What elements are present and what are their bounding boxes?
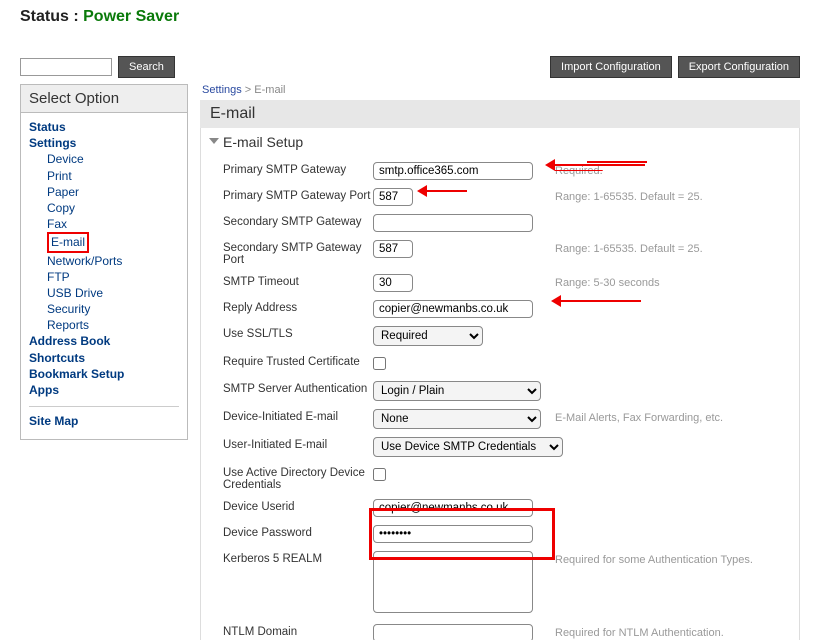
- hint-secondary-port: Range: 1-65535. Default = 25.: [555, 240, 703, 255]
- hint-ntlm: Required for NTLM Authentication.: [555, 624, 724, 639]
- sidebar-item-reports[interactable]: Reports: [29, 317, 179, 333]
- annotation-arrow-3: [561, 300, 641, 302]
- label-ntlm: NTLM Domain: [223, 624, 373, 638]
- sidebar-item-ftp[interactable]: FTP: [29, 269, 179, 285]
- breadcrumb-settings[interactable]: Settings: [202, 84, 242, 96]
- sidebar: Select Option Status Settings Device Pri…: [20, 84, 188, 440]
- hint-primary-port: Range: 1-65535. Default = 25.: [555, 188, 703, 203]
- sidebar-divider: [29, 406, 179, 407]
- label-password: Device Password: [223, 525, 373, 539]
- textarea-kerberos[interactable]: [373, 551, 533, 613]
- input-reply[interactable]: [373, 300, 533, 318]
- label-dev-init: Device-Initiated E-mail: [223, 409, 373, 423]
- sidebar-title: Select Option: [20, 84, 188, 112]
- export-config-button[interactable]: Export Configuration: [678, 56, 800, 78]
- annotation-arrow-2: [427, 190, 467, 192]
- select-user-init[interactable]: Use Device SMTP Credentials: [373, 437, 563, 457]
- label-auth: SMTP Server Authentication: [223, 381, 373, 395]
- select-dev-init[interactable]: None: [373, 409, 541, 429]
- label-primary-gateway: Primary SMTP Gateway: [223, 162, 373, 176]
- status-line: Status : Power Saver: [20, 8, 800, 26]
- hint-dev-init: E-Mail Alerts, Fax Forwarding, etc.: [555, 409, 723, 424]
- input-primary-gateway[interactable]: [373, 162, 533, 180]
- annotation-rect-creds: [369, 508, 555, 560]
- sidebar-item-device[interactable]: Device: [29, 151, 179, 167]
- label-kerberos: Kerberos 5 REALM: [223, 551, 373, 565]
- label-primary-port: Primary SMTP Gateway Port: [223, 188, 373, 202]
- label-user-init: User-Initiated E-mail: [223, 437, 373, 451]
- sidebar-item-sitemap[interactable]: Site Map: [29, 413, 179, 429]
- status-value: Power Saver: [83, 8, 179, 25]
- section-title[interactable]: E-mail Setup: [201, 128, 799, 158]
- sidebar-item-email[interactable]: E-mail: [51, 235, 85, 249]
- import-config-button[interactable]: Import Configuration: [550, 56, 672, 78]
- breadcrumb-email: E-mail: [254, 84, 285, 96]
- select-ssl[interactable]: Required: [373, 326, 483, 346]
- sidebar-item-settings[interactable]: Settings: [29, 135, 179, 151]
- label-reply: Reply Address: [223, 300, 373, 314]
- search-input[interactable]: [20, 58, 112, 76]
- label-trusted: Require Trusted Certificate: [223, 354, 373, 368]
- sidebar-item-shortcuts[interactable]: Shortcuts: [29, 350, 179, 366]
- breadcrumb: Settings > E-mail: [202, 84, 800, 96]
- sidebar-item-status[interactable]: Status: [29, 119, 179, 135]
- sidebar-item-bookmark[interactable]: Bookmark Setup: [29, 366, 179, 382]
- label-userid: Device Userid: [223, 499, 373, 513]
- sidebar-item-apps[interactable]: Apps: [29, 382, 179, 398]
- sidebar-item-fax[interactable]: Fax: [29, 216, 179, 232]
- select-auth[interactable]: Login / Plain: [373, 381, 541, 401]
- sidebar-item-print[interactable]: Print: [29, 168, 179, 184]
- label-secondary-port: Secondary SMTP Gateway Port: [223, 240, 373, 266]
- email-highlight-box: E-mail: [47, 232, 89, 252]
- email-panel: E-mail Setup Primary SMTP Gateway Requir…: [200, 128, 800, 640]
- sidebar-item-paper[interactable]: Paper: [29, 184, 179, 200]
- sidebar-item-copy[interactable]: Copy: [29, 200, 179, 216]
- hint-kerberos: Required for some Authentication Types.: [555, 551, 753, 566]
- label-secondary-gateway: Secondary SMTP Gateway: [223, 214, 373, 228]
- search-button[interactable]: Search: [118, 56, 175, 78]
- label-ad-creds: Use Active Directory Device Credentials: [223, 465, 373, 491]
- label-timeout: SMTP Timeout: [223, 274, 373, 288]
- checkbox-ad-creds[interactable]: [373, 468, 386, 481]
- sidebar-item-network[interactable]: Network/Ports: [29, 253, 179, 269]
- input-secondary-gateway[interactable]: [373, 214, 533, 232]
- input-secondary-port[interactable]: [373, 240, 413, 258]
- sidebar-item-addressbook[interactable]: Address Book: [29, 333, 179, 349]
- checkbox-trusted[interactable]: [373, 357, 386, 370]
- sidebar-item-security[interactable]: Security: [29, 301, 179, 317]
- input-ntlm[interactable]: [373, 624, 533, 640]
- input-timeout[interactable]: [373, 274, 413, 292]
- hint-timeout: Range: 5-30 seconds: [555, 274, 660, 289]
- label-ssl: Use SSL/TLS: [223, 326, 373, 340]
- sidebar-item-usb[interactable]: USB Drive: [29, 285, 179, 301]
- panel-title: E-mail: [200, 100, 800, 128]
- annotation-arrow-1: [555, 164, 645, 166]
- status-label: Status :: [20, 8, 83, 25]
- input-primary-port[interactable]: [373, 188, 413, 206]
